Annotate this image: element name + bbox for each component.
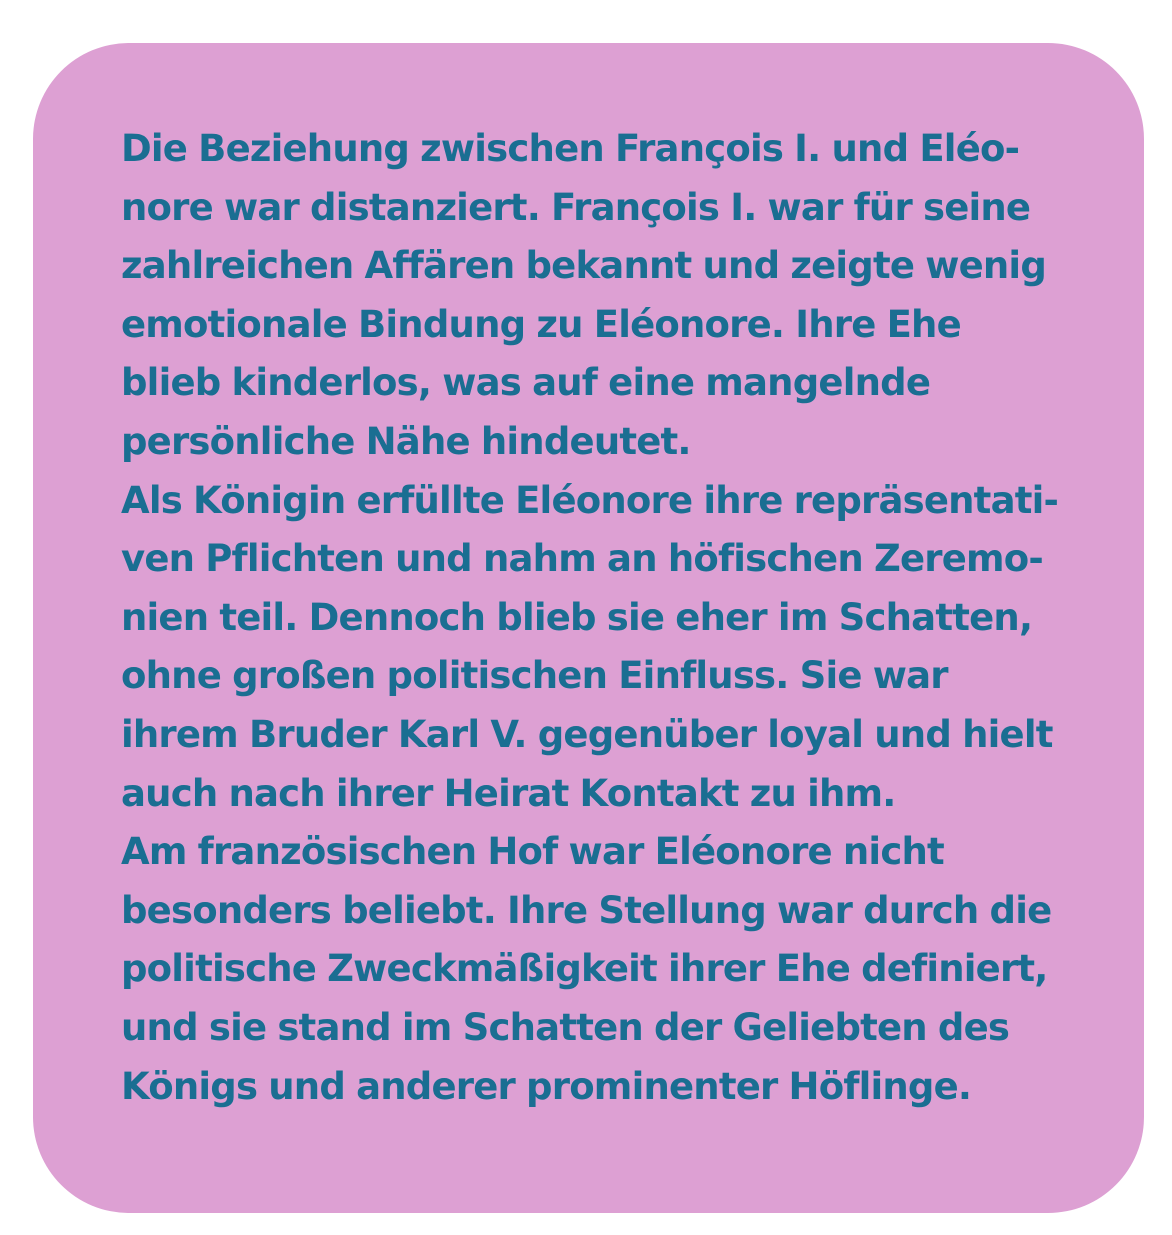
text-line: nien teil. Dennoch blieb sie eher im Sch… [121,595,1033,639]
text-line: Königs und anderer prominenter Höflinge. [121,1064,972,1108]
text-line: Am französischen Hof war Eléonore nicht [121,830,945,874]
text-line: Als Königin erfüllte Eléonore ihre reprä… [121,478,1059,522]
paragraph-court-standing: Am französischen Hof war Eléonore nicht … [121,823,1081,1116]
text-line: und sie stand im Schatten der Geliebten … [121,1005,1010,1049]
text-line: emotionale Bindung zu Eléonore. Ihre Ehe [121,302,962,346]
text-line: ihrem Bruder Karl V. gegenüber loyal und… [121,712,1053,756]
text-line: ohne großen politischen Einfluss. Sie wa… [121,654,949,698]
text-line: nore war distanziert. François I. war fü… [121,185,1031,229]
text-line: besonders beliebt. Ihre Stellung war dur… [121,888,1052,932]
paragraph-queen-role: Als Königin erfüllte Eléonore ihre reprä… [121,472,1081,824]
paragraph-relationship: Die Beziehung zwischen François I. und E… [121,120,1081,472]
text-block: Die Beziehung zwischen François I. und E… [121,120,1081,1116]
text-line: politische Zweckmäßigkeit ihrer Ehe defi… [121,947,1048,991]
text-line: zahlreichen Affären bekannt und zeigte w… [121,244,1047,288]
text-line: blieb kinderlos, was auf eine mangelnde [121,361,931,405]
text-line: Die Beziehung zwischen François I. und E… [121,127,1020,170]
text-line: persönliche Nähe hindeutet. [121,419,691,463]
text-line: auch nach ihrer Heirat Kontakt zu ihm. [121,771,896,815]
text-line: ven Pflichten und nahm an höfischen Zere… [121,537,1044,581]
